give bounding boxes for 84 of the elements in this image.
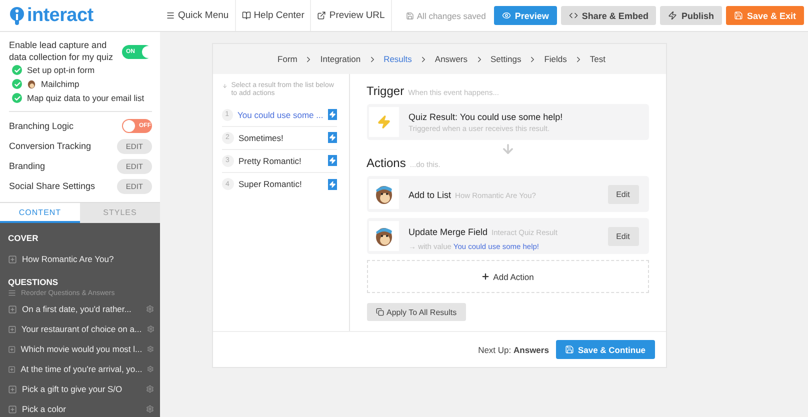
nav-link[interactable]: Quick Menu (160, 0, 236, 31)
bolt-icon (328, 178, 336, 190)
setting-label: Social Share Settings (9, 180, 96, 192)
result-item[interactable]: Super Romantic! (238, 179, 322, 190)
save-continue-button[interactable]: Save & Continue (556, 340, 654, 359)
next-up-label: Next Up: Answers (478, 344, 549, 354)
menu-icon (166, 11, 175, 20)
checklist-item: Mailchimp (41, 79, 80, 90)
sidebar-tab[interactable]: CONTENT (0, 203, 80, 224)
copy-icon (376, 308, 384, 316)
monkey-logo-icon (374, 225, 394, 247)
save-icon (406, 12, 414, 20)
breadcrumb-link[interactable]: Results (384, 54, 412, 64)
arrow-down-icon (222, 82, 228, 90)
code-icon (568, 11, 578, 20)
nav-link[interactable]: Help Center (236, 0, 312, 31)
save-icon (734, 11, 743, 20)
save-icon (564, 345, 574, 354)
add-action-button[interactable]: Add Action (366, 260, 648, 293)
book-icon (242, 11, 251, 20)
question-item[interactable]: Pick a color (22, 404, 141, 414)
settings-icon[interactable] (146, 325, 154, 334)
breadcrumb-link[interactable]: Form (278, 54, 298, 64)
content-item[interactable]: How Romantic Are You? (22, 254, 154, 264)
external-link-icon (317, 11, 326, 20)
bolt-icon (328, 155, 336, 166)
save-status: All changes saved (416, 10, 486, 20)
breadcrumb-link[interactable]: Fields (544, 54, 567, 64)
breadcrumb-link[interactable]: Settings (490, 54, 522, 64)
header-button[interactable]: Share & Embed (560, 6, 656, 25)
result-item[interactable]: You could use some ... (238, 110, 324, 120)
check-icon (12, 93, 22, 104)
header-button[interactable]: Publish (660, 6, 722, 25)
question-item[interactable]: Your restaurant of choice on a... (21, 324, 142, 334)
setting-label: Branding (9, 160, 46, 172)
question-item[interactable]: At the time of you're arrival, yo... (20, 364, 142, 374)
expand-icon (8, 304, 17, 314)
monkey-logo-icon (374, 183, 394, 205)
plus-icon (481, 272, 490, 281)
edit-button[interactable]: Edit (608, 184, 638, 204)
check-icon (12, 79, 22, 90)
trigger-title: Quiz Result: You could use some help! (408, 112, 564, 122)
arrow-down-icon (500, 142, 514, 156)
edit-button[interactable]: Edit (608, 226, 638, 246)
expand-icon (8, 344, 16, 354)
header-button[interactable]: Preview (494, 6, 557, 25)
setting-label: Conversion Tracking (9, 140, 92, 152)
section-title: COVER (8, 233, 40, 244)
apply-all-button[interactable]: Apply To All Results (366, 303, 466, 321)
expand-icon (8, 384, 17, 394)
interact-logo: interact (0, 4, 160, 26)
setting-label: Branching Logic (9, 120, 74, 132)
result-item[interactable]: Pretty Romantic! (238, 156, 322, 166)
settings-icon[interactable] (147, 345, 154, 354)
checklist-item: Map quiz data to your email list (27, 93, 144, 104)
question-item[interactable]: Which movie would you most l... (20, 344, 142, 354)
settings-icon[interactable] (146, 305, 154, 314)
expand-icon (8, 364, 16, 374)
section-title: QUESTIONS (8, 277, 60, 288)
question-item[interactable]: On a first date, you'd rather... (22, 304, 141, 314)
settings-icon[interactable] (146, 405, 154, 414)
bolt-icon (668, 11, 678, 20)
settings-icon[interactable] (146, 385, 154, 394)
result-item[interactable]: Sometimes! (238, 132, 322, 143)
settings-icon[interactable] (147, 365, 154, 374)
expand-icon (8, 324, 16, 334)
check-icon (12, 65, 22, 76)
eye-icon (502, 11, 511, 20)
breadcrumb-link[interactable]: Integration (320, 54, 361, 64)
bolt-icon (328, 109, 336, 120)
setting-label: Enable lead capture and data collection for my quiz (9, 40, 114, 64)
expand-icon (8, 254, 17, 264)
bolt-icon (328, 132, 336, 144)
monkey-logo-icon (27, 79, 36, 90)
expand-icon (8, 404, 17, 414)
checklist-item: Set up opt-in form (27, 65, 95, 76)
breadcrumb-link[interactable]: Answers (434, 54, 468, 64)
question-item[interactable]: Pick a gift to give your S/O (22, 384, 141, 394)
section-heading: Actions (366, 156, 406, 170)
nav-link[interactable]: Preview URL (311, 0, 392, 31)
reorder-icon (8, 289, 16, 298)
breadcrumb-link[interactable]: Test (590, 54, 606, 64)
section-heading: Trigger (366, 84, 404, 98)
bolt-icon (376, 115, 390, 129)
